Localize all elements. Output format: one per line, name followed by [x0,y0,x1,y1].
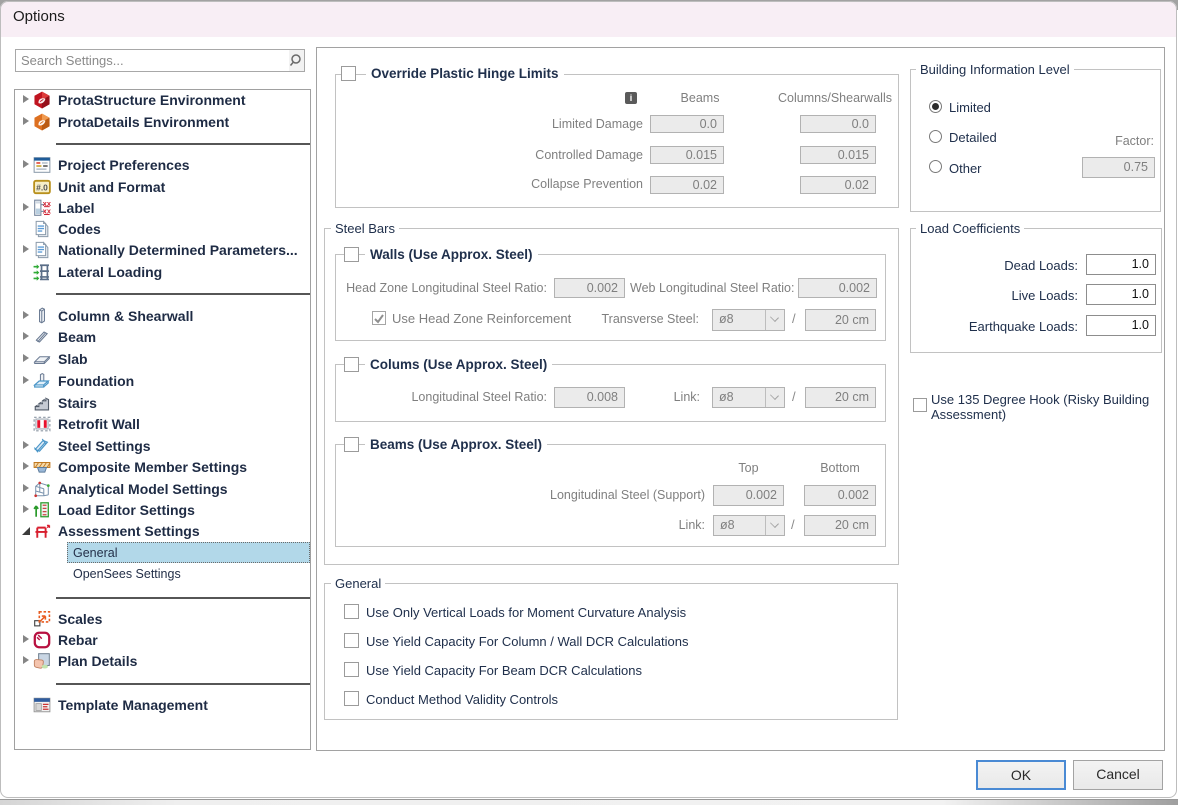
svg-text:#.0: #.0 [36,182,48,192]
